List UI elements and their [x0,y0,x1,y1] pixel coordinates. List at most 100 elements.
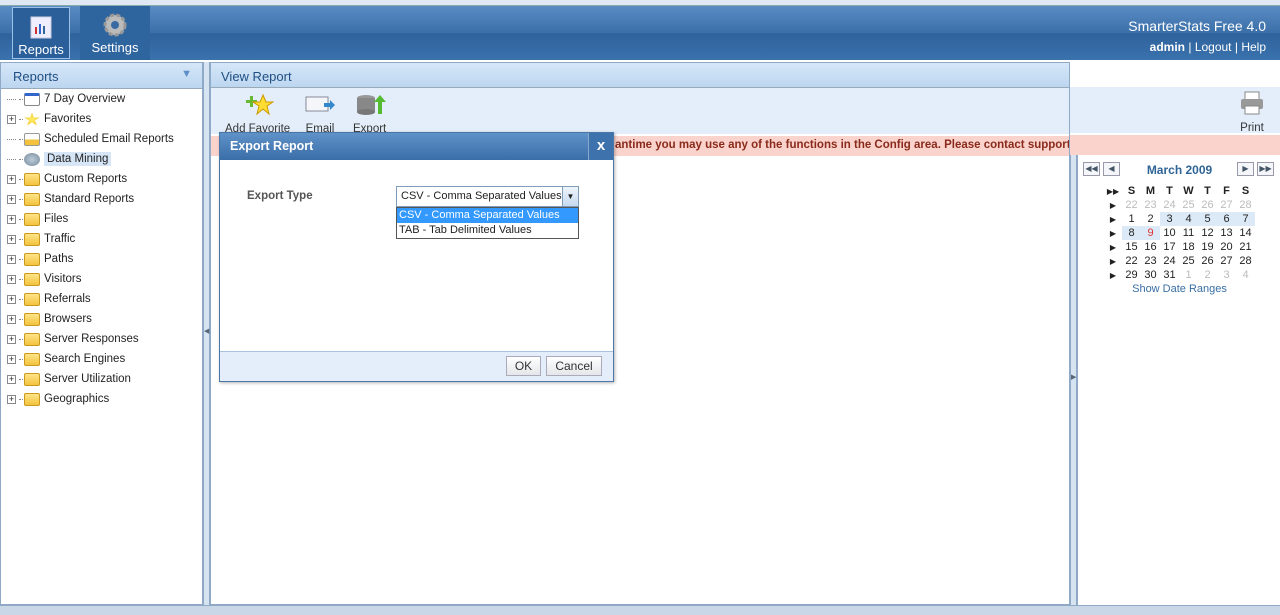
right-splitter[interactable]: ▶ [1070,155,1077,605]
tree-item[interactable]: + Visitors [7,269,202,289]
expand-icon[interactable]: + [7,374,16,384]
select-week-icon[interactable]: ▶ [1104,240,1122,254]
tree-item[interactable]: + Standard Reports [7,189,202,209]
select-all-weeks-icon[interactable]: ▶▶ [1104,184,1122,198]
calendar-day[interactable]: 30 [1141,268,1160,282]
tree-item[interactable]: + Search Engines [7,349,202,369]
calendar-day[interactable]: 4 [1236,268,1255,282]
expand-icon[interactable]: + [7,114,16,124]
calendar-day[interactable]: 24 [1160,254,1179,268]
calendar-day[interactable]: 9 [1141,226,1160,240]
calendar-day[interactable]: 1 [1122,212,1141,226]
calendar-day[interactable]: 3 [1160,212,1179,226]
tree-item[interactable]: 7 Day Overview [7,89,202,109]
tree-item[interactable]: + Referrals [7,289,202,309]
calendar-day[interactable]: 16 [1141,240,1160,254]
tree-item[interactable]: + Server Utilization [7,369,202,389]
calendar-day[interactable]: 22 [1122,254,1141,268]
tree-connector [19,278,23,280]
close-button[interactable]: x [588,133,613,160]
calendar-day[interactable]: 12 [1198,226,1217,240]
expand-icon[interactable]: + [7,214,16,224]
calendar-day[interactable]: 24 [1160,198,1179,212]
calendar-day[interactable]: 4 [1179,212,1198,226]
calendar-day[interactable]: 14 [1236,226,1255,240]
calendar-day[interactable]: 20 [1217,240,1236,254]
expand-icon[interactable]: + [7,314,16,324]
cancel-button[interactable]: Cancel [546,356,602,376]
tree-item[interactable]: Data Mining [7,149,202,169]
help-link[interactable]: Help [1241,40,1266,54]
calendar-day[interactable]: 28 [1236,254,1255,268]
calendar-day[interactable]: 22 [1122,198,1141,212]
tree-item[interactable]: + Geographics [7,389,202,409]
calendar-day[interactable]: 31 [1160,268,1179,282]
expand-icon[interactable]: + [7,254,16,264]
calendar-day[interactable]: 15 [1122,240,1141,254]
calendar-day[interactable]: 6 [1217,212,1236,226]
calendar-day[interactable]: 21 [1236,240,1255,254]
print-button[interactable]: Print [1236,91,1268,134]
select-week-icon[interactable]: ▶ [1104,212,1122,226]
left-splitter[interactable]: ◀ [203,62,210,605]
calendar-day[interactable]: 26 [1198,198,1217,212]
calendar-day[interactable]: 19 [1198,240,1217,254]
calendar-day[interactable]: 8 [1122,226,1141,240]
select-week-icon[interactable]: ▶ [1104,254,1122,268]
ok-button[interactable]: OK [506,356,541,376]
select-week-icon[interactable]: ▶ [1104,198,1122,212]
expand-icon[interactable]: + [7,274,16,284]
calendar-day[interactable]: 28 [1236,198,1255,212]
select-week-icon[interactable]: ▶ [1104,226,1122,240]
calendar-day[interactable]: 27 [1217,198,1236,212]
expand-icon[interactable]: + [7,334,16,344]
tree-item[interactable]: Scheduled Email Reports [7,129,202,149]
email-button[interactable]: Email [304,92,336,135]
expand-icon[interactable]: + [7,174,16,184]
chevron-down-icon[interactable]: ▼ [562,187,578,206]
select-week-icon[interactable]: ▶ [1104,268,1122,282]
expand-icon[interactable]: + [7,394,16,404]
show-date-ranges-link[interactable]: Show Date Ranges [1078,283,1280,295]
calendar-day[interactable]: 1 [1179,268,1198,282]
add-favorite-button[interactable]: Add Favorite [225,92,290,135]
calendar-day[interactable]: 11 [1179,226,1198,240]
calendar-day[interactable]: 27 [1217,254,1236,268]
calendar-day[interactable]: 7 [1236,212,1255,226]
calendar-day[interactable]: 17 [1160,240,1179,254]
expand-icon[interactable]: + [7,234,16,244]
tree-item[interactable]: + Custom Reports [7,169,202,189]
expand-icon[interactable]: + [7,294,16,304]
calendar-day[interactable]: 5 [1198,212,1217,226]
tree-item[interactable]: + Browsers [7,309,202,329]
expand-icon[interactable]: + [7,194,16,204]
tree-item[interactable]: + Server Responses [7,329,202,349]
calendar-day[interactable]: 2 [1141,212,1160,226]
tree-item[interactable]: + Traffic [7,229,202,249]
next-month-button[interactable]: ▶ [1237,162,1254,176]
calendar-day[interactable]: 23 [1141,254,1160,268]
tree-item[interactable]: + Paths [7,249,202,269]
calendar-day[interactable]: 25 [1179,254,1198,268]
logout-link[interactable]: Logout [1195,40,1232,54]
collapse-icon[interactable]: ▼ [181,68,192,80]
calendar-day[interactable]: 10 [1160,226,1179,240]
tree-item[interactable]: + Files [7,209,202,229]
option-tab[interactable]: TAB - Tab Delimited Values [397,223,578,238]
export-type-select[interactable]: CSV - Comma Separated Values ▼ [396,186,579,207]
calendar-day[interactable]: 23 [1141,198,1160,212]
calendar-day[interactable]: 18 [1179,240,1198,254]
calendar-day[interactable]: 2 [1198,268,1217,282]
tab-settings[interactable]: Settings [80,6,150,60]
export-button[interactable]: Export [353,92,386,135]
calendar-day[interactable]: 26 [1198,254,1217,268]
option-csv[interactable]: CSV - Comma Separated Values [397,208,578,223]
calendar-day[interactable]: 29 [1122,268,1141,282]
expand-icon[interactable]: + [7,354,16,364]
tree-item[interactable]: + Favorites [7,109,202,129]
tab-reports[interactable]: Reports [12,7,70,59]
calendar-day[interactable]: 3 [1217,268,1236,282]
calendar-day[interactable]: 13 [1217,226,1236,240]
calendar-day[interactable]: 25 [1179,198,1198,212]
next-year-button[interactable]: ▶▶ [1257,162,1274,176]
